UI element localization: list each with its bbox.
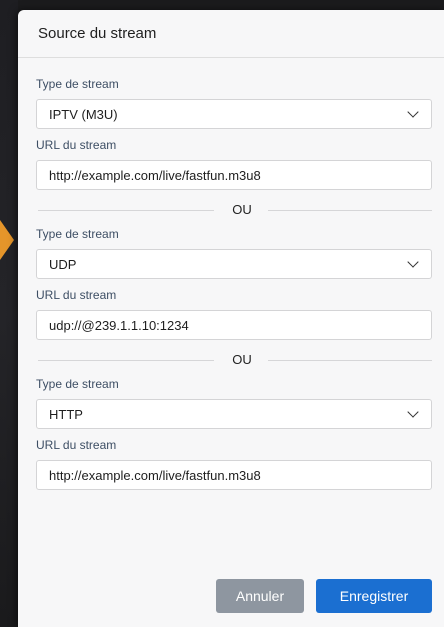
- separator-line: [38, 210, 214, 211]
- stream-type-value: HTTP: [49, 406, 83, 422]
- stream-url-value: udp://@239.1.1.10:1234: [49, 317, 189, 333]
- stream-url-value: http://example.com/live/fastfun.m3u8: [49, 167, 261, 183]
- or-separator: OU: [36, 352, 432, 368]
- stream-url-label: URL du stream: [36, 438, 117, 452]
- or-separator: OU: [36, 202, 432, 218]
- stream-type-select-2[interactable]: UDP: [36, 249, 432, 279]
- stream-type-label: Type de stream: [36, 227, 119, 241]
- chevron-down-icon: [407, 406, 419, 418]
- separator-line: [268, 360, 432, 361]
- stream-type-select-3[interactable]: HTTP: [36, 399, 432, 429]
- dialog-footer: Annuler Enregistrer: [216, 579, 432, 613]
- chevron-down-icon: [407, 106, 419, 118]
- stream-type-value: UDP: [49, 256, 77, 272]
- separator-text: OU: [232, 352, 252, 367]
- stream-url-value: http://example.com/live/fastfun.m3u8: [49, 467, 261, 483]
- dialog-body: Type de stream IPTV (M3U) URL du stream …: [18, 58, 444, 490]
- stream-url-input-3[interactable]: http://example.com/live/fastfun.m3u8: [36, 460, 432, 490]
- stream-url-input-2[interactable]: udp://@239.1.1.10:1234: [36, 310, 432, 340]
- separator-text: OU: [232, 202, 252, 217]
- chevron-down-icon: [407, 256, 419, 268]
- separator-line: [38, 360, 214, 361]
- stream-source-dialog: Source du stream Type de stream IPTV (M3…: [18, 10, 444, 627]
- cancel-button[interactable]: Annuler: [216, 579, 304, 613]
- backdrop-arrow-icon: [0, 220, 14, 260]
- stream-type-select-1[interactable]: IPTV (M3U): [36, 99, 432, 129]
- dialog-header: Source du stream: [18, 10, 444, 58]
- save-button[interactable]: Enregistrer: [316, 579, 432, 613]
- stream-url-label: URL du stream: [36, 138, 117, 152]
- separator-line: [268, 210, 432, 211]
- stream-url-label: URL du stream: [36, 288, 117, 302]
- stream-type-label: Type de stream: [36, 77, 119, 91]
- stream-type-value: IPTV (M3U): [49, 106, 118, 122]
- backdrop-panel: [0, 0, 18, 627]
- stream-url-input-1[interactable]: http://example.com/live/fastfun.m3u8: [36, 160, 432, 190]
- stream-type-label: Type de stream: [36, 377, 119, 391]
- dialog-title: Source du stream: [38, 25, 157, 42]
